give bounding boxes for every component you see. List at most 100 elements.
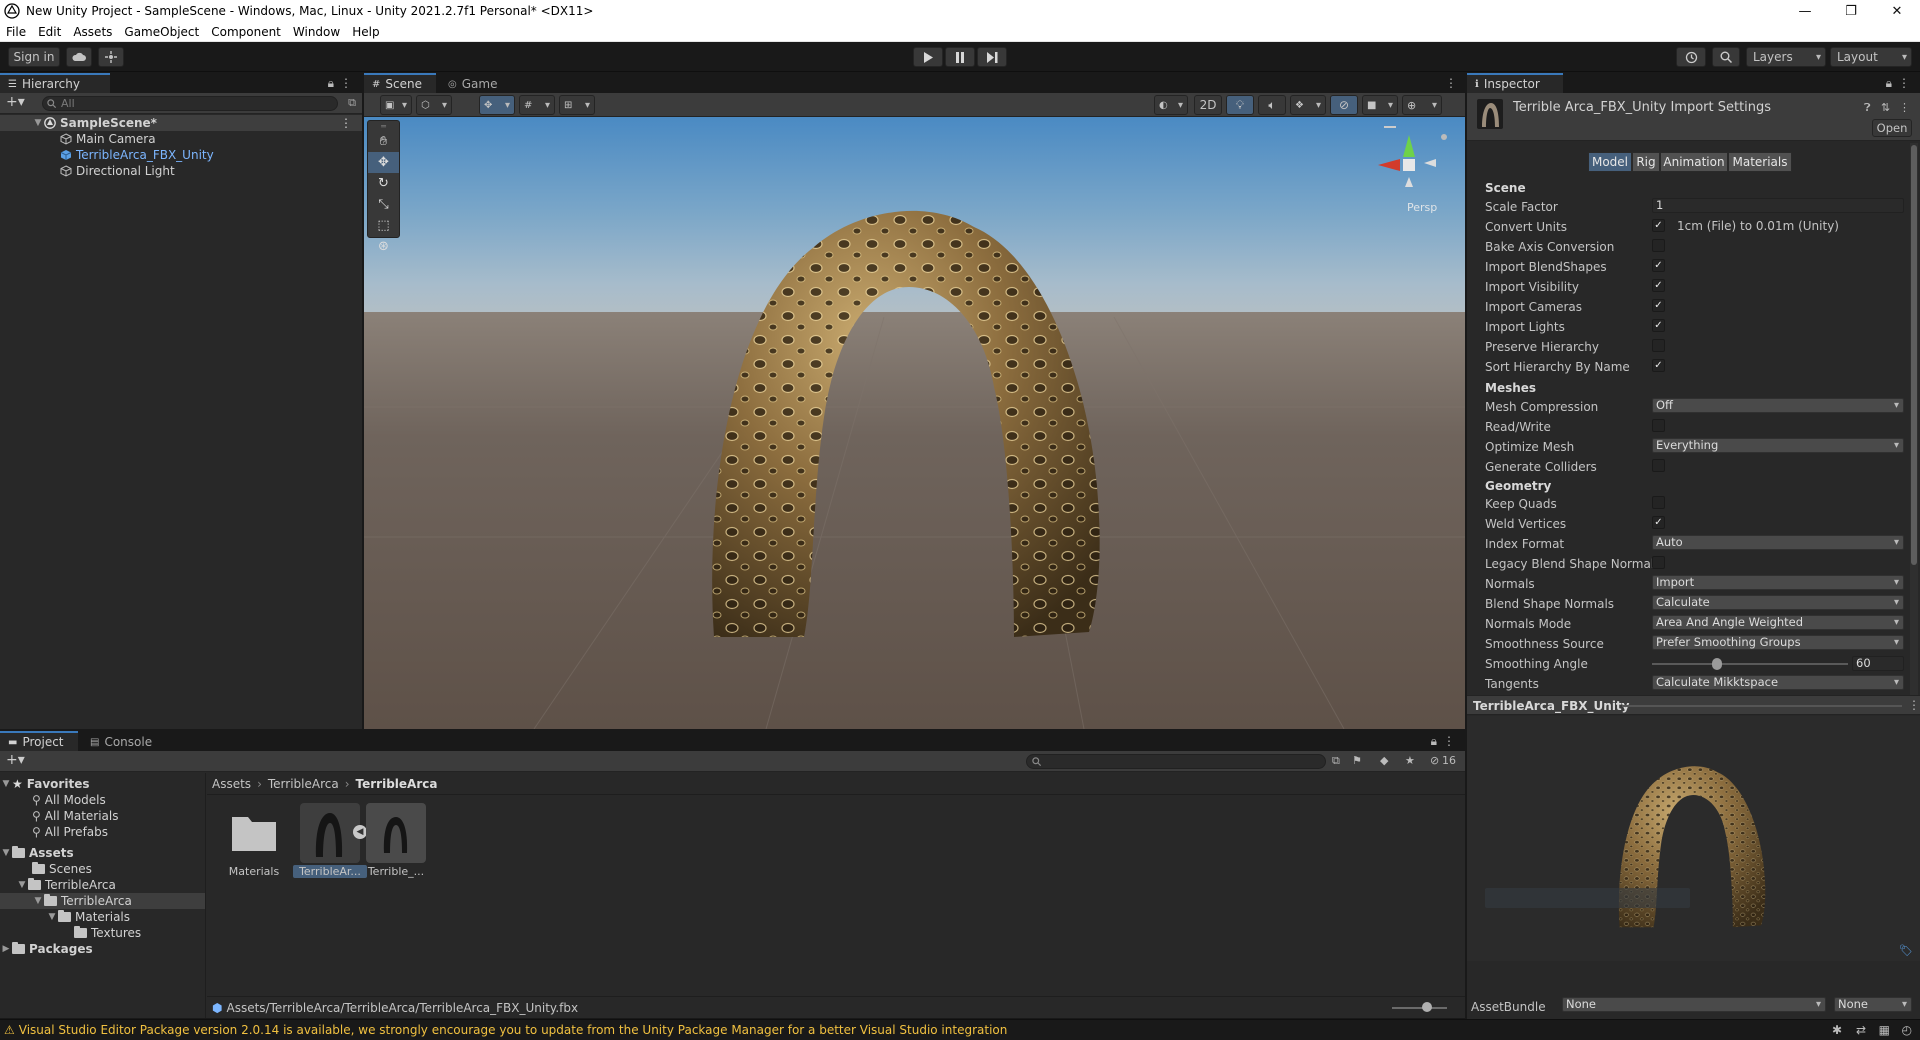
menu-file[interactable]: File: [0, 25, 32, 39]
mesh-compression-dropdown[interactable]: Off: [1652, 398, 1904, 413]
assetbundle-variant-dropdown[interactable]: None: [1834, 997, 1912, 1012]
subtab-animation[interactable]: Animation: [1660, 152, 1728, 172]
tree-all-materials[interactable]: ⚲ All Materials: [0, 808, 205, 824]
tree-favorites[interactable]: ▼ ★ Favorites: [0, 776, 205, 792]
tab-game[interactable]: ◎ Game: [440, 73, 510, 93]
assetbundle-dropdown[interactable]: None: [1562, 997, 1826, 1012]
hierarchy-row-scene[interactable]: ▼ SampleScene* ⋮: [0, 115, 362, 131]
snap-dropdown[interactable]: ⊞: [559, 95, 595, 115]
asset-terrible-mesh[interactable]: [366, 803, 426, 863]
scale-tool-icon[interactable]: ⤡: [368, 194, 399, 215]
breadcrumb-current[interactable]: TerribleArca: [356, 777, 438, 791]
presets-icon[interactable]: ⇅: [1881, 101, 1890, 114]
gizmo-tool-dropdown[interactable]: ✥: [479, 95, 515, 115]
tree-packages[interactable]: ▶ Packages: [0, 941, 205, 957]
auto-generate-icon[interactable]: ◴: [1902, 1023, 1912, 1037]
expand-arrow-icon[interactable]: ▼: [32, 896, 44, 906]
tree-terriblearca[interactable]: ▼ TerribleArca: [0, 877, 205, 893]
tangents-dropdown[interactable]: Calculate Mikktspace: [1652, 675, 1904, 690]
transform-tool-icon[interactable]: ⊛: [368, 236, 399, 257]
preview-header[interactable]: TerribleArca_FBX_Unity ⋮: [1467, 695, 1920, 715]
status-bar[interactable]: ⚠ Visual Studio Editor Package version 2…: [0, 1019, 1920, 1040]
menu-window[interactable]: Window: [287, 25, 346, 39]
audio-toggle[interactable]: 🔈︎: [1258, 95, 1286, 115]
collab-button[interactable]: [98, 47, 124, 67]
hand-tool-icon[interactable]: ✋︎: [368, 131, 399, 152]
history-button[interactable]: [1676, 47, 1706, 67]
create-plus-icon[interactable]: +▾: [6, 752, 25, 768]
hidden-packages-icon[interactable]: ⊘: [1430, 754, 1439, 767]
tab-scene[interactable]: # Scene: [364, 73, 436, 93]
blend-shape-normals-dropdown[interactable]: Calculate: [1652, 595, 1904, 610]
import-blendshapes-checkbox[interactable]: ✓: [1652, 259, 1665, 272]
lighting-toggle[interactable]: 💡︎: [1226, 95, 1254, 115]
tab-project[interactable]: ▬ Project: [0, 731, 78, 751]
expand-arrow-icon[interactable]: ▶: [0, 944, 12, 954]
drag-handle-icon[interactable]: ═: [368, 121, 399, 131]
menu-help[interactable]: Help: [346, 25, 385, 39]
scale-factor-input[interactable]: 1: [1652, 198, 1904, 213]
expand-arrow-icon[interactable]: ▼: [16, 880, 28, 890]
rotate-tool-icon[interactable]: ↻: [368, 173, 399, 194]
camera-dropdown[interactable]: ■: [1362, 95, 1398, 115]
import-visibility-checkbox[interactable]: ✓: [1652, 279, 1665, 292]
search-by-type-icon[interactable]: ⧉: [1332, 754, 1340, 768]
bake-axis-checkbox[interactable]: [1652, 239, 1665, 252]
layout-dropdown[interactable]: Layout: [1830, 47, 1912, 67]
layers-dropdown[interactable]: Layers: [1746, 47, 1826, 67]
rect-tool-icon[interactable]: ⬚: [368, 215, 399, 236]
draw-mode-dropdown[interactable]: ▣: [380, 95, 412, 115]
subtab-materials[interactable]: Materials: [1728, 152, 1792, 172]
orientation-gizmo[interactable]: [1364, 125, 1454, 205]
asset-materials-folder[interactable]: [224, 803, 284, 863]
smoothness-source-dropdown[interactable]: Prefer Smoothing Groups: [1652, 635, 1904, 650]
convert-units-checkbox[interactable]: ✓: [1652, 219, 1665, 232]
pause-button[interactable]: [945, 47, 975, 67]
icon-size-slider[interactable]: [1392, 1007, 1447, 1009]
progress-icon[interactable]: ▦: [1879, 1023, 1890, 1037]
close-button[interactable]: ✕: [1874, 0, 1920, 22]
hierarchy-search-input[interactable]: All: [42, 96, 338, 111]
perspective-label[interactable]: Persp: [1407, 201, 1437, 214]
lock-icon[interactable]: 🔒︎: [1886, 76, 1892, 91]
scene-menu-icon[interactable]: ⋮: [340, 116, 352, 130]
hierarchy-row-directional-light[interactable]: Directional Light: [0, 163, 362, 179]
toggle-2d-button[interactable]: 2D: [1194, 95, 1222, 115]
legacy-blend-checkbox[interactable]: [1652, 556, 1665, 569]
tab-inspector[interactable]: ℹ Inspector: [1467, 73, 1563, 93]
gizmos-dropdown[interactable]: ⊕: [1402, 95, 1442, 115]
weld-vertices-checkbox[interactable]: ✓: [1652, 516, 1665, 529]
menu-gameobject[interactable]: GameObject: [118, 25, 205, 39]
tab-hierarchy[interactable]: ☰ Hierarchy: [0, 73, 110, 93]
index-format-dropdown[interactable]: Auto: [1652, 535, 1904, 550]
normals-dropdown[interactable]: Import: [1652, 575, 1904, 590]
shaded-dropdown[interactable]: ◐: [1154, 95, 1188, 115]
lock-icon[interactable]: 🔒︎: [328, 76, 334, 91]
sort-hierarchy-checkbox[interactable]: ✓: [1652, 359, 1665, 372]
restore-button[interactable]: ❐: [1828, 0, 1874, 22]
expand-arrow-icon[interactable]: ▼: [0, 779, 12, 789]
menu-assets[interactable]: Assets: [67, 25, 118, 39]
normals-mode-dropdown[interactable]: Area And Angle Weighted: [1652, 615, 1904, 630]
minimize-button[interactable]: —: [1782, 0, 1828, 22]
breadcrumb-terriblearca[interactable]: TerribleArca: [268, 777, 339, 791]
lock-icon[interactable]: 🔒︎: [1431, 734, 1437, 749]
inspector-scrollbar[interactable]: [1910, 143, 1918, 703]
expand-asset-icon[interactable]: ◀: [353, 825, 367, 839]
project-menu-icon[interactable]: ⋮: [1443, 734, 1455, 748]
settings-menu-icon[interactable]: ⋮: [1899, 101, 1910, 114]
smoothing-angle-slider-track[interactable]: [1652, 663, 1848, 665]
keep-quads-checkbox[interactable]: [1652, 496, 1665, 509]
tree-terriblearca-sub[interactable]: ▼ TerribleArca: [0, 893, 205, 909]
scene-menu-icon[interactable]: ⋮: [1445, 76, 1457, 90]
tree-textures[interactable]: Textures: [0, 925, 205, 941]
breadcrumb-assets[interactable]: Assets: [212, 777, 251, 791]
import-lights-checkbox[interactable]: ✓: [1652, 319, 1665, 332]
menu-component[interactable]: Component: [205, 25, 287, 39]
hidden-objects-toggle[interactable]: ⊘: [1330, 95, 1358, 115]
label-filter-icon[interactable]: ◆: [1380, 754, 1388, 767]
hierarchy-menu-icon[interactable]: ⋮: [340, 76, 352, 90]
preview-menu-icon[interactable]: ⋮: [1908, 698, 1920, 712]
asset-label-icon[interactable]: 🏷︎: [1899, 944, 1913, 957]
tree-materials[interactable]: ▼ Materials: [0, 909, 205, 925]
